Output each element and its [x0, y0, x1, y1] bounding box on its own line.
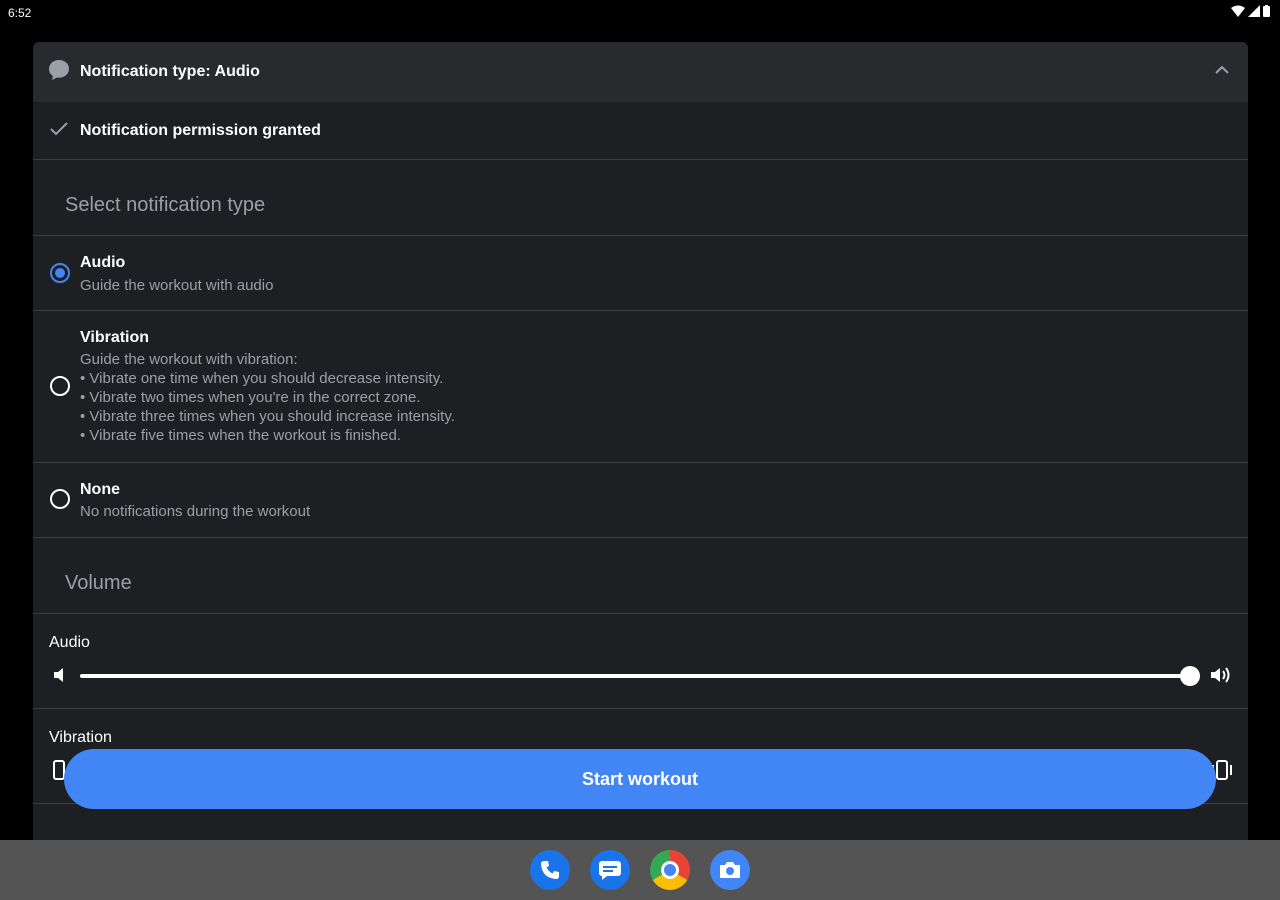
volume-high-icon [1211, 667, 1230, 683]
option-desc-audio: Guide the workout with audio [80, 277, 274, 294]
section-title-volume: Volume [65, 572, 132, 594]
permission-text: Notification permission granted [80, 122, 321, 139]
chevron-up-icon[interactable] [1214, 64, 1230, 74]
chat-bubble-icon [49, 60, 69, 80]
option-label-vibration: Vibration [80, 329, 150, 346]
phone-icon[interactable] [530, 850, 570, 890]
audio-volume-slider-thumb[interactable] [1180, 666, 1200, 686]
phone-glyph-icon [541, 861, 559, 879]
chrome-icon[interactable] [650, 850, 690, 890]
camera-icon[interactable] [710, 850, 750, 890]
audio-volume-slider-track[interactable] [80, 674, 1190, 678]
check-icon [50, 122, 68, 136]
option-label-audio: Audio [80, 254, 126, 271]
section-title-notification-type: Select notification type [65, 194, 266, 216]
permission-row: Notification permission granted [33, 102, 1248, 160]
chrome-center-icon [661, 861, 679, 879]
status-time: 6:52 [8, 6, 32, 20]
option-desc-vibration: Guide the workout with vibration: • Vibr… [80, 351, 455, 444]
start-workout-button[interactable]: Start workout [64, 749, 1216, 809]
radio-vibration[interactable] [50, 376, 70, 396]
wifi-icon [1231, 5, 1245, 17]
volume-low-icon [54, 668, 63, 682]
audio-volume-row: Audio [33, 614, 1248, 709]
battery-icon [1263, 5, 1270, 17]
card-header[interactable]: Notification type: Audio [33, 42, 1248, 102]
option-vibration[interactable]: Vibration Guide the workout with vibrati… [33, 311, 1248, 463]
option-desc-none: No notifications during the workout [80, 503, 311, 520]
status-bar: 6:52 [0, 0, 1280, 26]
slider-label-audio: Audio [49, 634, 90, 651]
notification-type-section: Select notification type [33, 160, 1248, 236]
notification-settings-card: Notification type: Audio Notification pe… [33, 42, 1248, 840]
option-audio[interactable]: Audio Guide the workout with audio [33, 236, 1248, 311]
volume-section: Volume [33, 538, 1248, 614]
radio-audio[interactable] [50, 263, 70, 283]
radio-none[interactable] [50, 489, 70, 509]
chrome-core-icon [664, 864, 676, 876]
option-label-none: None [80, 481, 120, 498]
option-none[interactable]: None No notifications during the workout [33, 463, 1248, 538]
message-glyph-icon [599, 861, 621, 880]
header-title: Notification type: Audio [80, 63, 260, 80]
signal-icon [1248, 5, 1260, 17]
camera-glyph-icon [720, 862, 740, 878]
slider-label-vibration: Vibration [49, 729, 112, 746]
app-dock [530, 850, 750, 890]
status-icons [1231, 5, 1270, 17]
messages-icon[interactable] [590, 850, 630, 890]
